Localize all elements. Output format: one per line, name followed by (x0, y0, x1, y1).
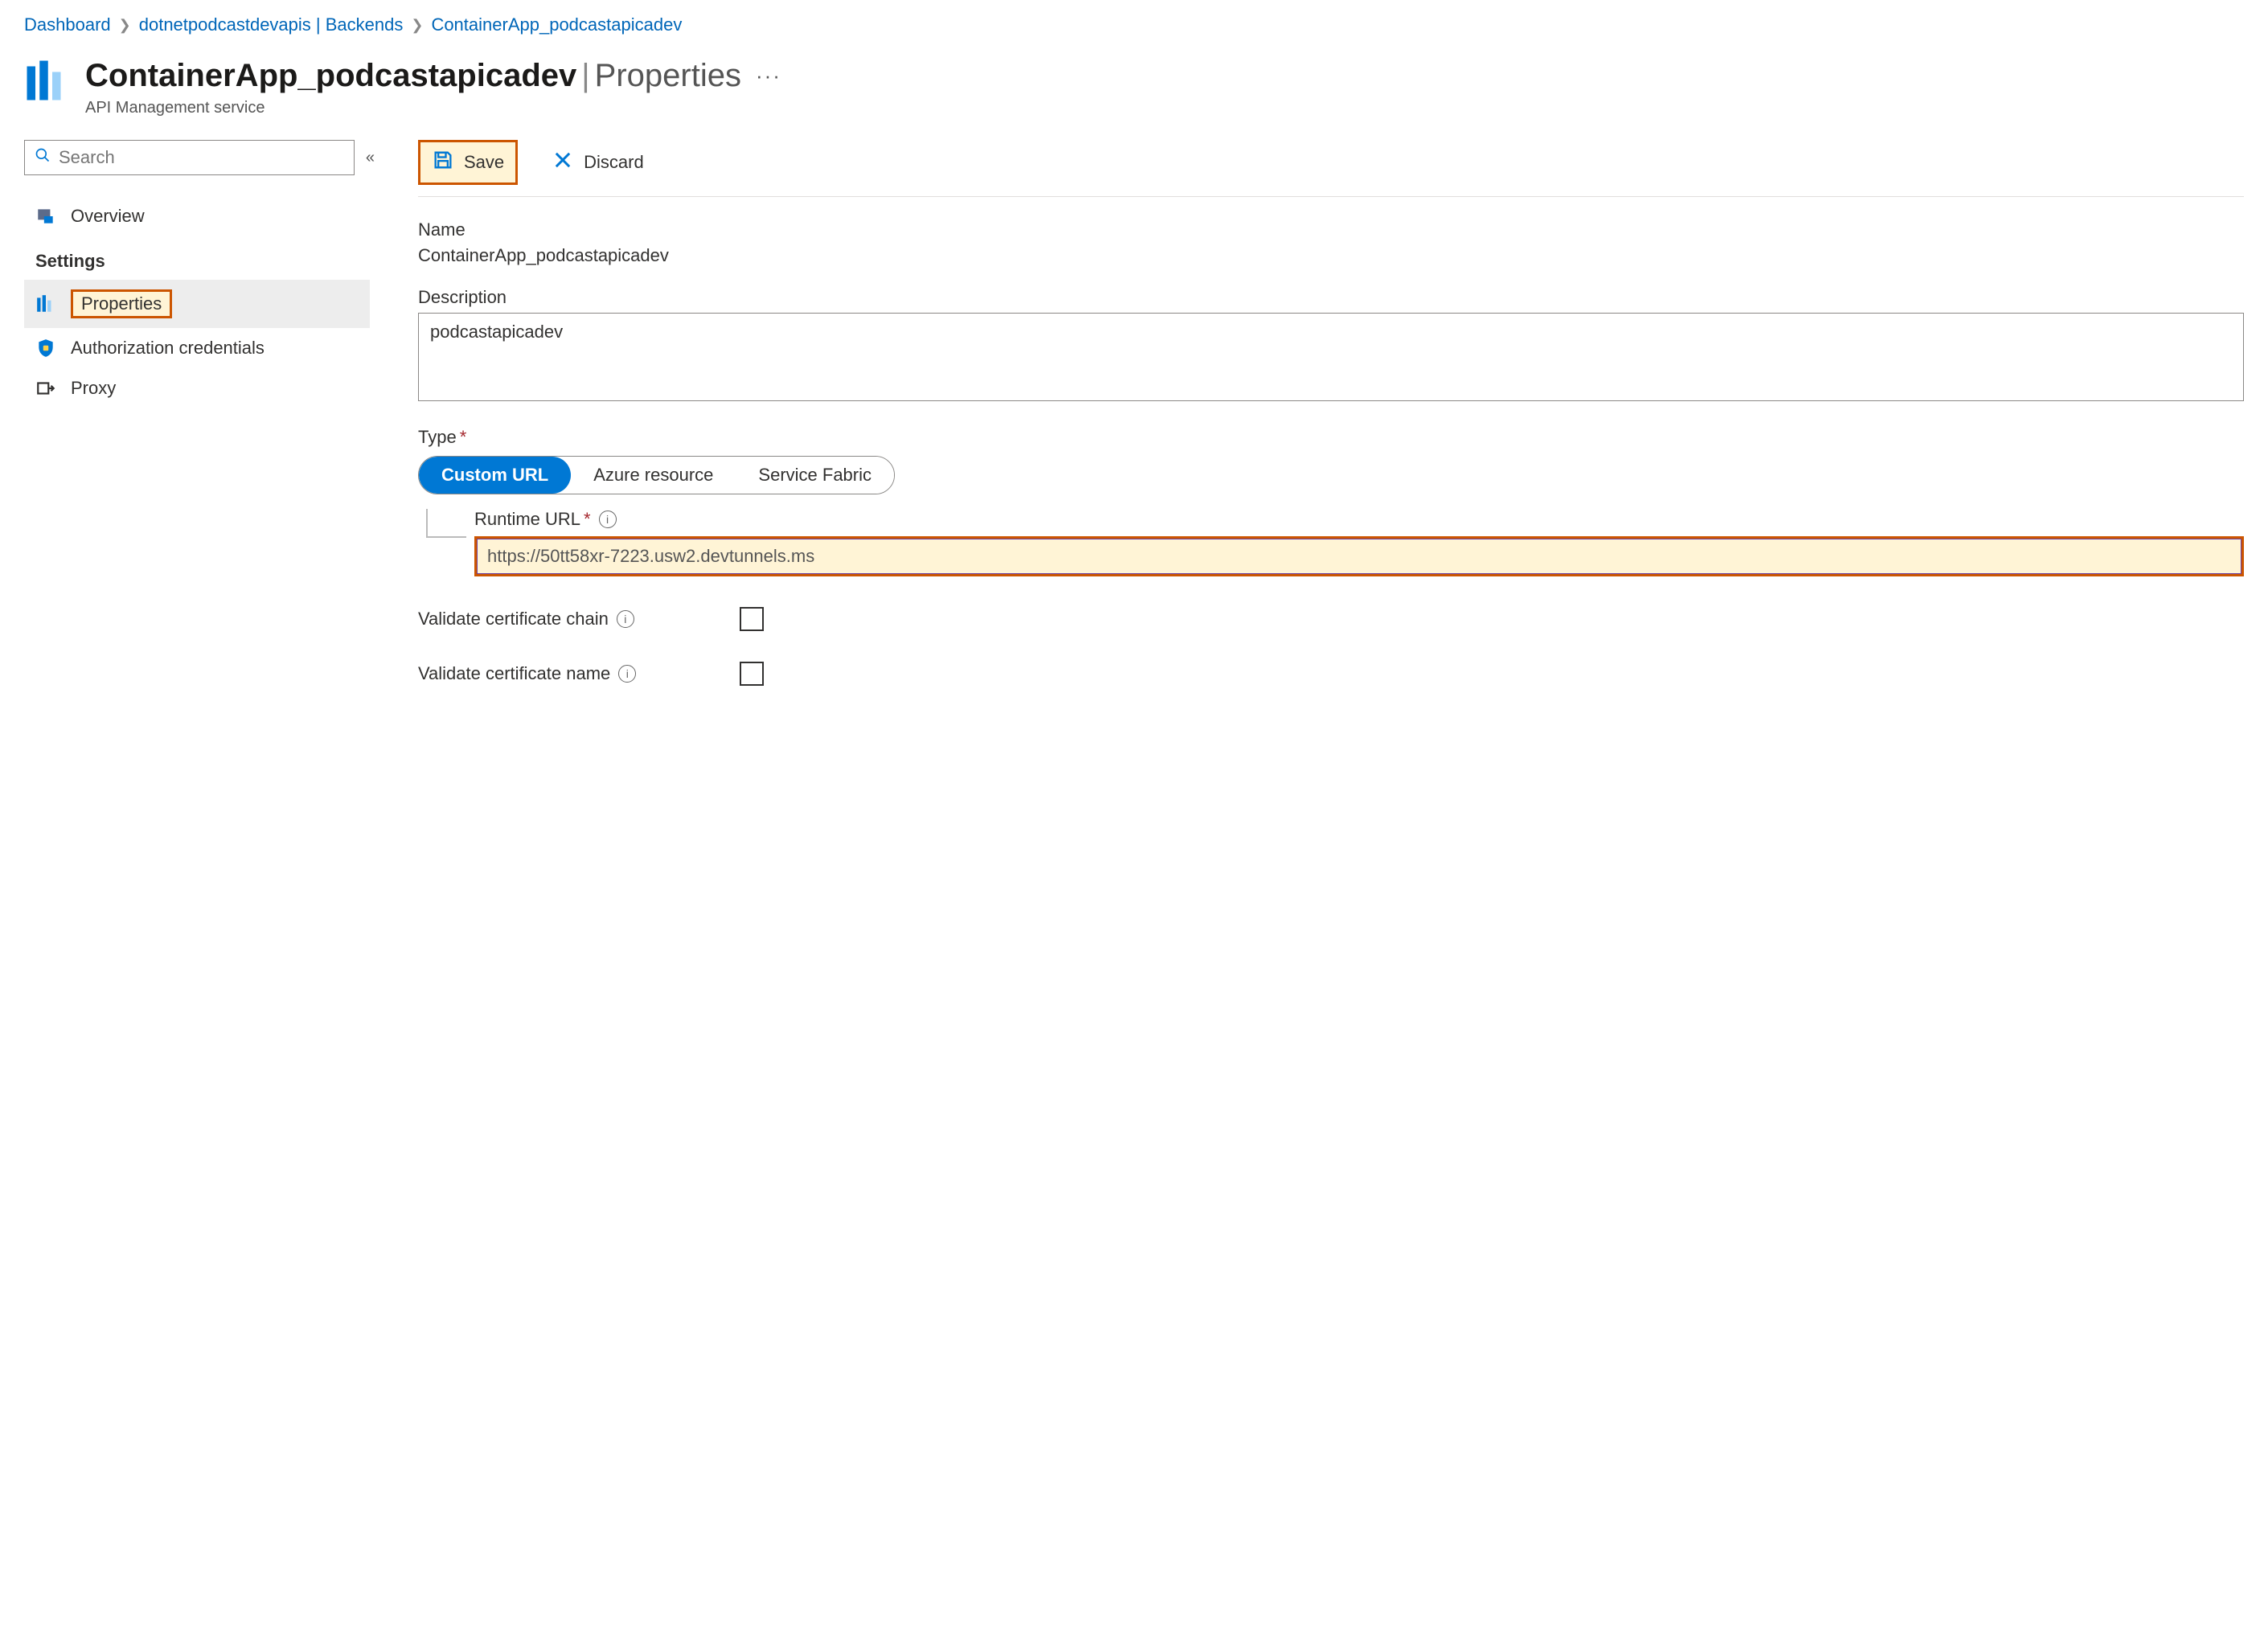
shield-lock-icon (35, 338, 56, 359)
sidebar-search[interactable] (24, 140, 355, 175)
search-input[interactable] (59, 147, 344, 168)
breadcrumb-link-resource[interactable]: ContainerApp_podcastapicadev (431, 14, 682, 35)
type-option-azure-resource[interactable]: Azure resource (571, 457, 736, 494)
type-pill-group: Custom URL Azure resource Service Fabric (418, 456, 895, 494)
field-validate-chain: Validate certificate chain i (418, 607, 764, 631)
discard-label: Discard (584, 152, 644, 173)
chevron-right-icon: ❯ (411, 17, 423, 34)
resource-type-label: API Management service (85, 99, 781, 117)
name-value: ContainerApp_podcastapicadev (418, 245, 2244, 266)
breadcrumb: Dashboard ❯ dotnetpodcastdevapis | Backe… (24, 14, 2244, 35)
main-panel: Save Discard Name ContainerApp_podcastap… (418, 140, 2244, 686)
sidebar: « Overview Settings Properties Authoriza… (24, 140, 370, 686)
required-star: * (460, 427, 467, 447)
info-icon[interactable]: i (617, 610, 634, 628)
validate-chain-label: Validate certificate chain (418, 609, 609, 629)
runtime-url-highlight (474, 536, 2244, 576)
description-input[interactable] (418, 313, 2244, 401)
toolbar: Save Discard (418, 140, 2244, 197)
resource-name: ContainerApp_podcastapicadev (85, 58, 576, 93)
name-label: Name (418, 219, 2244, 240)
page-header: ContainerApp_podcastapicadev|Properties … (24, 58, 2244, 117)
sidebar-item-overview[interactable]: Overview (24, 196, 370, 236)
search-icon (35, 147, 51, 168)
field-description: Description (418, 287, 2244, 406)
info-icon[interactable]: i (599, 511, 617, 528)
type-label: Type* (418, 427, 2244, 448)
sidebar-item-label: Proxy (71, 378, 116, 399)
proxy-icon (35, 378, 56, 399)
sidebar-item-label: Authorization credentials (71, 338, 265, 359)
info-icon[interactable]: i (618, 665, 636, 683)
overview-icon (35, 206, 56, 227)
properties-icon (35, 293, 56, 314)
breadcrumb-link-backends[interactable]: dotnetpodcastdevapis | Backends (139, 14, 404, 35)
runtime-url-input[interactable] (477, 539, 2241, 574)
close-icon (552, 149, 574, 176)
sidebar-section-settings: Settings (24, 236, 370, 280)
type-option-service-fabric[interactable]: Service Fabric (736, 457, 894, 494)
description-label: Description (418, 287, 2244, 308)
sidebar-item-label: Properties (71, 289, 172, 318)
sidebar-item-label: Overview (71, 206, 145, 227)
validate-chain-checkbox[interactable] (740, 607, 764, 631)
tree-connector (426, 509, 474, 576)
collapse-sidebar-button[interactable]: « (366, 149, 370, 167)
required-star: * (584, 509, 591, 529)
apim-service-icon (24, 58, 69, 108)
sidebar-item-auth-credentials[interactable]: Authorization credentials (24, 328, 370, 368)
save-icon (432, 149, 454, 176)
chevron-right-icon: ❯ (119, 17, 131, 34)
field-validate-name: Validate certificate name i (418, 662, 764, 686)
sidebar-item-proxy[interactable]: Proxy (24, 368, 370, 408)
discard-button[interactable]: Discard (540, 142, 655, 182)
page-title: ContainerApp_podcastapicadev|Properties (85, 58, 741, 94)
save-button[interactable]: Save (418, 140, 518, 185)
page-subpage: Properties (595, 58, 741, 93)
runtime-url-label: Runtime URL* (474, 509, 591, 530)
more-actions-button[interactable]: ··· (756, 64, 781, 88)
type-option-custom-url[interactable]: Custom URL (419, 457, 571, 494)
breadcrumb-link-dashboard[interactable]: Dashboard (24, 14, 111, 35)
field-name: Name ContainerApp_podcastapicadev (418, 219, 2244, 266)
sidebar-item-properties[interactable]: Properties (24, 280, 370, 328)
save-label: Save (464, 152, 504, 173)
validate-name-label: Validate certificate name (418, 663, 610, 684)
field-type: Type* Custom URL Azure resource Service … (418, 427, 2244, 576)
validate-name-checkbox[interactable] (740, 662, 764, 686)
